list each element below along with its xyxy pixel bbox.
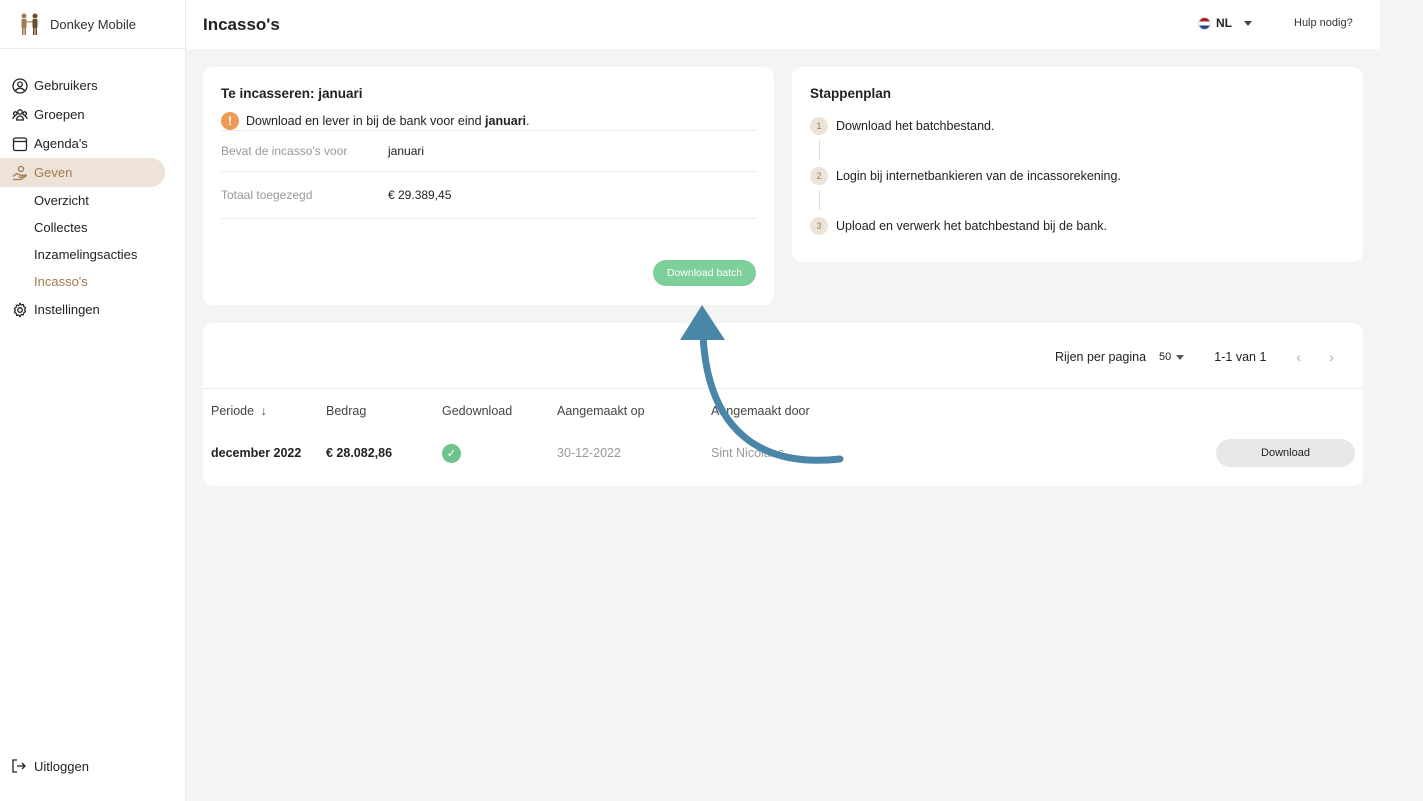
- cell-aangemaakt-op: 30-12-2022: [557, 446, 621, 460]
- warning-icon: !: [221, 112, 239, 130]
- step-text: Download het batchbestand.: [836, 119, 995, 133]
- collect-row-total: Totaal toegezegd € 29.389,45: [221, 171, 756, 218]
- step-text: Upload en verwerk het batchbestand bij d…: [836, 219, 1108, 233]
- sidebar-item-label: Agenda's: [34, 136, 88, 151]
- sidebar-item-label: Instellingen: [34, 302, 100, 317]
- step-item: 3 Upload en verwerk het batchbestand bij…: [810, 215, 1345, 237]
- chevron-down-icon: [1176, 354, 1185, 360]
- netherlands-flag-icon: [1198, 16, 1211, 30]
- cell-aangemaakt-door: Sint Nicolaas: [711, 446, 784, 460]
- sidebar-item-agendas[interactable]: Agenda's: [0, 129, 165, 158]
- steps-card: Stappenplan 1 Download het batchbestand.…: [792, 67, 1363, 262]
- sidebar-item-label: Geven: [34, 165, 73, 180]
- column-header-periode[interactable]: Periode ↓: [211, 404, 267, 418]
- step-number: 3: [810, 217, 828, 235]
- rows-per-page-label: Rijen per pagina: [1055, 350, 1147, 364]
- step-item: 2 Login bij internetbankieren van de inc…: [810, 165, 1345, 187]
- step-connector: [819, 190, 820, 210]
- sidebar-item-instellingen[interactable]: Instellingen: [0, 295, 165, 324]
- brand[interactable]: Donkey Mobile: [0, 0, 185, 49]
- sidebar-item-label: Gebruikers: [34, 78, 98, 93]
- people-icon: [21, 13, 38, 35]
- logout-button[interactable]: Uitloggen: [11, 758, 89, 775]
- collect-row-period: Bevat de incasso's voor januari: [221, 130, 756, 171]
- main-nav: Gebruikers Groepen Agenda's Geven Overzi…: [0, 71, 185, 324]
- page-title: Incasso's: [203, 14, 280, 34]
- cell-bedrag: € 28.082,86: [326, 446, 393, 460]
- sidebar-item-label: Groepen: [34, 107, 85, 122]
- step-text: Login bij internetbankieren van de incas…: [836, 169, 1121, 183]
- collect-card: Te incasseren: januari ! Download en lev…: [203, 67, 774, 305]
- language-code: NL: [1216, 16, 1232, 30]
- giving-hand-icon: [11, 164, 28, 181]
- divider: [203, 388, 1363, 389]
- collect-row-value: € 29.389,45: [388, 188, 452, 202]
- column-header-aangemaakt-op[interactable]: Aangemaakt op: [557, 404, 645, 418]
- rows-per-page-select[interactable]: 50: [1159, 351, 1185, 363]
- chevron-down-icon: [1244, 20, 1252, 26]
- collect-row-value: januari: [388, 144, 425, 158]
- logout-label: Uitloggen: [34, 759, 89, 774]
- collect-row-key: Totaal toegezegd: [221, 188, 313, 202]
- step-item: 1 Download het batchbestand.: [810, 115, 1345, 137]
- column-header-gedownload[interactable]: Gedownload: [442, 404, 512, 418]
- warning-text: Download en lever in bij de bank voor ei…: [246, 114, 530, 128]
- sidebar: Donkey Mobile Gebruikers Groepen Agenda'…: [0, 0, 186, 801]
- sidebar-item-groepen[interactable]: Groepen: [0, 100, 165, 129]
- pagination: Rijen per pagina 50 1-1 van 1 ‹ ›: [1055, 349, 1334, 365]
- collect-card-title: Te incasseren: januari: [221, 86, 363, 101]
- sidebar-item-gebruikers[interactable]: Gebruikers: [0, 71, 165, 100]
- step-number: 2: [810, 167, 828, 185]
- collect-warning: ! Download en lever in bij de bank voor …: [221, 112, 756, 130]
- steps-card-title: Stappenplan: [810, 86, 892, 101]
- user-circle-icon: [11, 77, 28, 94]
- brand-name: Donkey Mobile: [50, 16, 136, 32]
- logout-icon: [11, 758, 28, 775]
- next-page-icon[interactable]: ›: [1329, 349, 1334, 365]
- help-link[interactable]: Hulp nodig?: [1294, 17, 1353, 29]
- step-connector: [819, 140, 820, 160]
- sidebar-subitem-collectes[interactable]: Collectes: [0, 214, 185, 241]
- gear-icon: [11, 301, 28, 318]
- cell-periode: december 2022: [211, 446, 302, 460]
- previous-page-icon[interactable]: ‹: [1296, 349, 1301, 365]
- collect-row-key: Bevat de incasso's voor: [221, 144, 348, 158]
- sidebar-subitem-incassos[interactable]: Incasso's: [0, 268, 185, 295]
- download-batch-button[interactable]: Download batch: [653, 260, 756, 286]
- steps-list: 1 Download het batchbestand. 2 Login bij…: [810, 115, 1345, 237]
- page-range: 1-1 van 1: [1214, 350, 1267, 364]
- check-icon: ✓: [442, 444, 461, 463]
- column-header-bedrag[interactable]: Bedrag: [326, 404, 366, 418]
- column-header-aangemaakt-door[interactable]: Aangemaakt door: [711, 404, 810, 418]
- divider: [221, 218, 756, 219]
- top-bar: Incasso's NL Hulp nodig?: [186, 0, 1380, 49]
- sidebar-subitem-inzamelingsacties[interactable]: Inzamelingsacties: [0, 241, 185, 268]
- sidebar-item-geven[interactable]: Geven: [0, 158, 165, 187]
- incasso-table-card: Rijen per pagina 50 1-1 van 1 ‹ › Period…: [203, 323, 1363, 486]
- group-icon: [11, 106, 28, 123]
- download-button[interactable]: Download: [1216, 439, 1355, 467]
- sort-arrow-down-icon: ↓: [260, 404, 267, 418]
- sidebar-subitem-overzicht[interactable]: Overzicht: [0, 187, 185, 214]
- language-selector[interactable]: NL: [1198, 16, 1252, 30]
- step-number: 1: [810, 117, 828, 135]
- calendar-icon: [11, 135, 28, 152]
